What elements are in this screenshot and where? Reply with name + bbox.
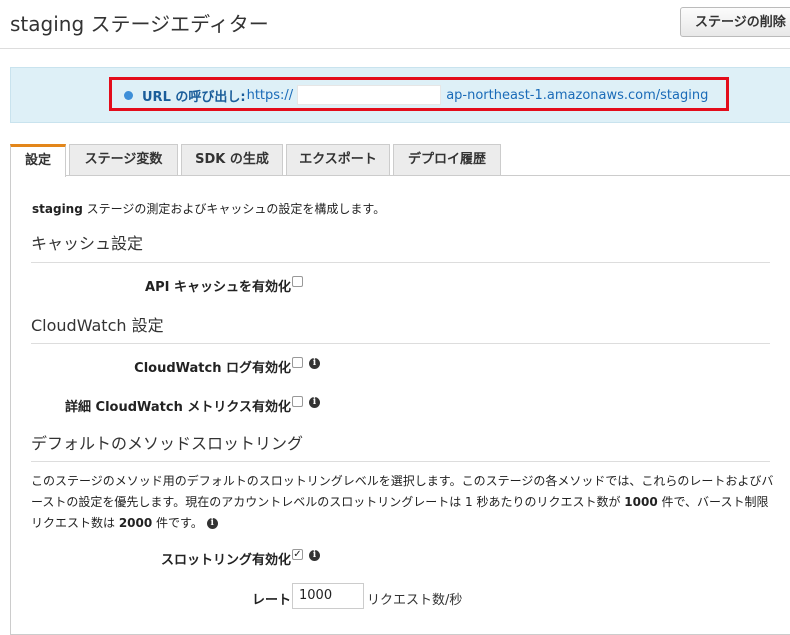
throttling-description: このステージのメソッド用のデフォルトのスロットリングレベルを選択します。このステ… <box>31 474 774 530</box>
cloudwatch-logs-checkbox[interactable] <box>292 357 303 368</box>
divider <box>31 461 770 462</box>
tab-settings[interactable]: 設定 <box>10 144 66 177</box>
info-icon[interactable]: i <box>206 518 218 529</box>
rate-unit-label: リクエスト数/秒 <box>367 593 463 608</box>
tab-stage-variables[interactable]: ステージ変数 <box>69 144 178 175</box>
settings-panel: staging ステージの測定およびキャッシュの設定を構成します。 キャッシュ設… <box>10 175 790 635</box>
invoke-url-label: URL の呼び出し: <box>142 89 246 105</box>
cloudwatch-logs-label: CloudWatch ログ有効化 <box>134 361 291 376</box>
tab-deployment-history[interactable]: デプロイ履歴 <box>393 144 501 175</box>
page-title: staging ステージエディター <box>10 12 269 36</box>
bullet-icon <box>124 90 133 100</box>
redacted-host <box>297 85 442 105</box>
invoke-url-suffix[interactable]: ap-northeast-1.amazonaws.com/staging <box>446 88 708 103</box>
tab-sdk-generation[interactable]: SDK の生成 <box>181 144 283 175</box>
tab-export[interactable]: エクスポート <box>286 144 390 175</box>
detailed-metrics-checkbox[interactable] <box>292 396 303 407</box>
throttling-section-title: デフォルトのメソッドスロットリング <box>31 434 304 453</box>
info-icon[interactable]: i <box>309 550 320 561</box>
rate-input[interactable]: 1000 <box>292 583 364 609</box>
throttling-enable-label: スロットリング有効化 <box>160 553 291 568</box>
invoke-url-banner: URL の呼び出し: https:// ap-northeast-1.amazo… <box>10 67 790 123</box>
info-icon[interactable]: i <box>309 397 320 408</box>
cache-section-title: キャッシュ設定 <box>31 234 144 253</box>
page-header: staging ステージエディター ステージの削除 <box>0 0 790 49</box>
divider <box>31 262 770 263</box>
invoke-url-prefix[interactable]: https:// <box>247 88 294 103</box>
cache-enable-checkbox[interactable] <box>292 276 303 287</box>
info-icon[interactable]: i <box>309 358 320 369</box>
delete-stage-button[interactable]: ステージの削除 <box>680 7 790 37</box>
divider <box>31 343 770 344</box>
detailed-metrics-label: 詳細 CloudWatch メトリクス有効化 <box>65 400 291 415</box>
invoke-url-line: URL の呼び出し: https:// ap-northeast-1.amazo… <box>124 85 708 105</box>
throttling-enable-checkbox[interactable]: ✓ <box>292 549 303 560</box>
cache-enable-label: API キャッシュを有効化 <box>145 280 291 295</box>
settings-description: staging ステージの測定およびキャッシュの設定を構成します。 <box>32 202 386 216</box>
cloudwatch-section-title: CloudWatch 設定 <box>31 316 164 335</box>
rate-label: レート <box>251 593 291 608</box>
